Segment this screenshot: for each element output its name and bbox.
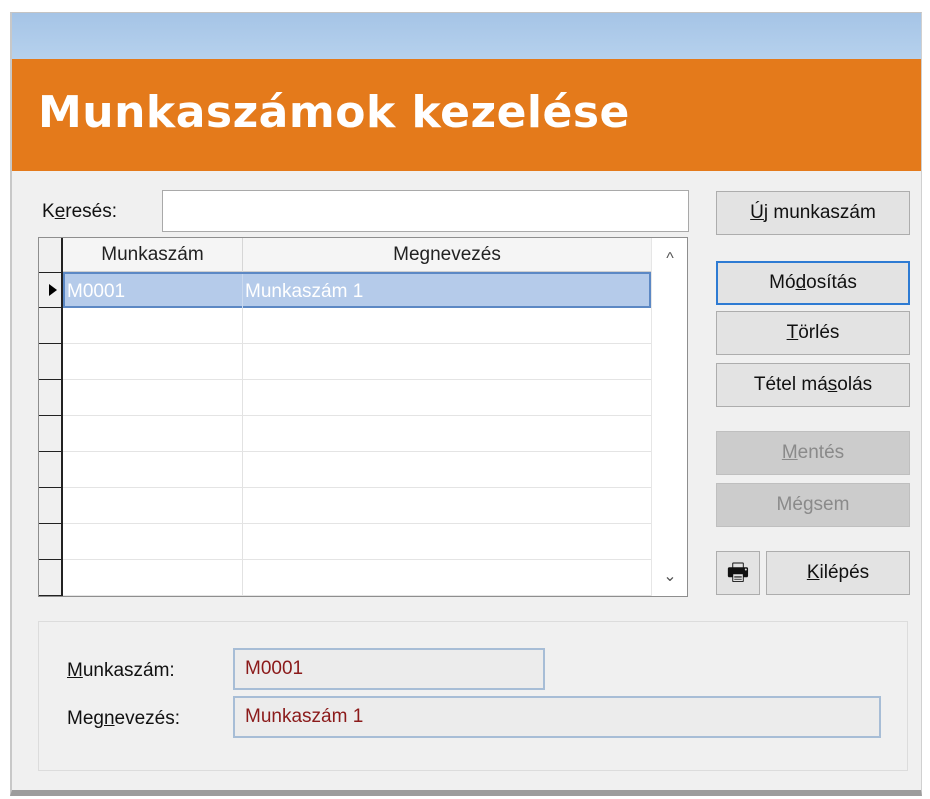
exit-button[interactable]: Kilépés (766, 551, 910, 595)
code-label: Munkaszám: (67, 660, 175, 681)
current-row-arrow-icon (39, 272, 63, 308)
row-marker (39, 488, 63, 524)
page-title: Munkaszámok kezelése (38, 87, 630, 138)
empty-row[interactable] (63, 344, 651, 380)
name-field[interactable]: Munkaszám 1 (233, 696, 881, 738)
title-bar[interactable] (12, 13, 921, 59)
scroll-up-icon[interactable]: ^ (652, 242, 687, 276)
print-button[interactable]: 🖶 (716, 551, 760, 595)
empty-row[interactable] (63, 524, 651, 560)
name-label: Megnevezés: (67, 708, 181, 729)
row-indicator-column (39, 238, 63, 596)
scroll-down-icon[interactable]: ⌄ (652, 560, 687, 594)
empty-row[interactable] (63, 488, 651, 524)
save-button[interactable]: Mentés (716, 431, 910, 475)
row-marker (39, 308, 63, 344)
row-marker (39, 524, 63, 560)
modify-button[interactable]: Módosítás (716, 261, 910, 305)
empty-row[interactable] (63, 452, 651, 488)
empty-cell (63, 524, 243, 559)
empty-cell (63, 452, 243, 487)
cell-code: M0001 (65, 274, 243, 309)
row-marker (39, 416, 63, 452)
column-header-name[interactable]: Megnevezés (243, 238, 651, 272)
new-work-number-button[interactable]: Új munkaszám (716, 191, 910, 235)
empty-cell (63, 416, 243, 451)
empty-row[interactable] (63, 380, 651, 416)
column-header-code[interactable]: Munkaszám (63, 238, 243, 272)
empty-cell (63, 344, 243, 379)
work-number-grid[interactable]: Munkaszám Megnevezés M0001 Munkaszám 1 ^… (38, 237, 688, 597)
table-row[interactable]: M0001 Munkaszám 1 (63, 272, 651, 309)
printer-icon: 🖶 (726, 559, 750, 586)
empty-row[interactable] (63, 560, 651, 596)
detail-panel: Munkaszám: M0001 Megnevezés: Munkaszám 1 (38, 621, 908, 771)
empty-cell (63, 308, 243, 343)
search-label: Keresés: (42, 201, 118, 222)
empty-cell (63, 488, 243, 523)
grid-header: Munkaszám Megnevezés (63, 238, 651, 272)
app-window: Munkaszámok kezelése Keresés: Munkaszám … (10, 12, 922, 796)
delete-button[interactable]: Törlés (716, 311, 910, 355)
copy-item-button[interactable]: Tétel másolás (716, 363, 910, 407)
empty-cell (63, 560, 243, 595)
cell-name: Munkaszám 1 (245, 281, 364, 302)
cancel-button[interactable]: Mégsem (716, 483, 910, 527)
header-banner: Munkaszámok kezelése (12, 59, 921, 171)
row-marker (39, 560, 63, 596)
vertical-scrollbar[interactable]: ^ ⌄ (651, 238, 687, 596)
code-field[interactable]: M0001 (233, 648, 545, 690)
row-marker (39, 380, 63, 416)
row-marker (39, 344, 63, 380)
row-marker (39, 452, 63, 488)
empty-row[interactable] (63, 416, 651, 452)
search-input[interactable] (162, 190, 689, 232)
empty-row[interactable] (63, 308, 651, 344)
empty-cell (63, 380, 243, 415)
